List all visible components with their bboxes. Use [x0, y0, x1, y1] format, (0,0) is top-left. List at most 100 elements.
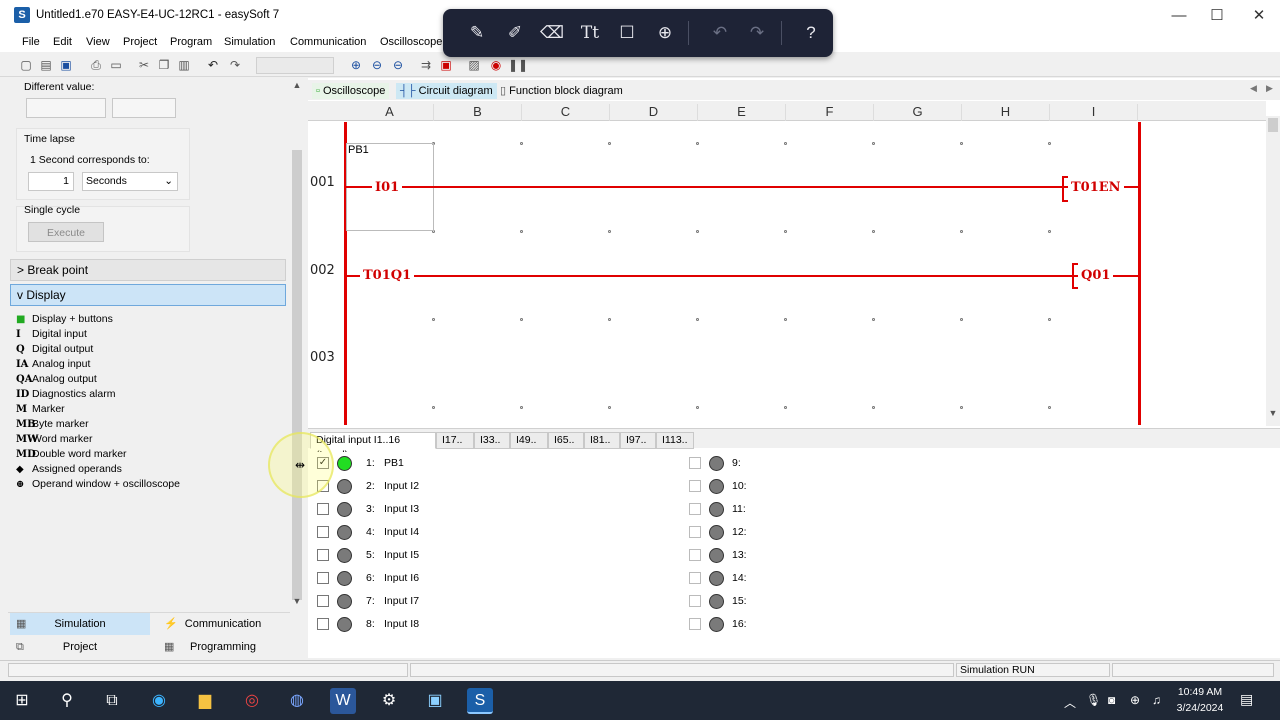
clock-date[interactable]: 3/24/2024 [1172, 702, 1228, 714]
input-checkbox[interactable] [689, 503, 701, 515]
coil-t01en[interactable]: T01EN [1068, 180, 1124, 195]
input-name[interactable]: Input I5 [384, 545, 419, 565]
input-tab[interactable]: I65.. [548, 432, 584, 449]
diagram-scroll-thumb[interactable] [1268, 118, 1278, 132]
column-header-cell[interactable]: A [346, 104, 434, 121]
display-item[interactable]: MDDouble word marker [16, 447, 127, 462]
input-checkbox[interactable] [317, 526, 329, 538]
input-checkbox[interactable] [317, 503, 329, 515]
input-name[interactable]: Input I6 [384, 568, 419, 588]
close-button[interactable]: ✕ [1236, 4, 1280, 28]
input-checkbox[interactable] [689, 549, 701, 561]
input-checkbox[interactable] [317, 549, 329, 561]
tab-circuit-diagram[interactable]: ┤├ Circuit diagram [396, 83, 497, 99]
input-tab[interactable]: I81.. [584, 432, 620, 449]
edge-icon[interactable]: ◉ [146, 688, 172, 714]
row-number[interactable]: 003 [310, 350, 335, 365]
app-window-icon[interactable]: ▣ [422, 688, 448, 714]
input-checkbox[interactable] [317, 572, 329, 584]
easysoft-taskbar-icon[interactable]: S [467, 688, 493, 714]
display-item[interactable]: MWWord marker [16, 432, 92, 447]
webcam-icon[interactable]: ◙ [1108, 693, 1115, 707]
diagram-scrollbar[interactable]: ▼ [1266, 116, 1280, 426]
maximize-button[interactable]: ☐ [1194, 4, 1240, 28]
menu-edit[interactable]: Edit [53, 36, 72, 48]
breakpoint-section[interactable]: > Break point [10, 259, 286, 281]
different-value-field[interactable] [26, 98, 106, 118]
chrome-icon[interactable]: ◎ [239, 688, 265, 714]
column-header-cell[interactable]: C [522, 104, 610, 121]
rectangle-tool-icon[interactable]: ☐ [615, 21, 639, 45]
new-file-icon[interactable]: ▢ [18, 57, 34, 73]
column-header-cell[interactable]: I [1050, 104, 1138, 121]
pen-icon[interactable]: ✎ [465, 21, 489, 45]
tray-chevron-icon[interactable]: ︿ [1064, 694, 1076, 711]
discord-icon[interactable]: ◍ [284, 688, 310, 714]
display-item[interactable]: ⊕ Operand window + oscilloscope [16, 477, 180, 492]
task-view-icon[interactable]: ⧉ [99, 688, 125, 714]
nav-programming[interactable]: ▦ Programming [158, 636, 288, 658]
input-tab[interactable]: I49.. [510, 432, 548, 449]
scroll-up-icon[interactable]: ▲ [290, 80, 304, 94]
menu-view[interactable]: View [86, 36, 110, 48]
copy-icon[interactable]: ❐ [156, 57, 172, 73]
different-value-spinner[interactable] [112, 98, 176, 118]
display-item[interactable]: M Marker [16, 402, 65, 417]
input-tab[interactable]: I33.. [474, 432, 510, 449]
undo-icon[interactable]: ↶ [205, 57, 221, 73]
column-header-cell[interactable]: H [962, 104, 1050, 121]
settings-icon[interactable]: ⚙ [376, 688, 402, 714]
input-checkbox[interactable] [689, 457, 701, 469]
sim-chart-icon[interactable]: ▨ [466, 57, 482, 73]
column-header-cell[interactable]: F [786, 104, 874, 121]
menu-file[interactable]: File [22, 36, 40, 48]
text-tool-icon[interactable]: Tt [578, 21, 602, 45]
nav-simulation[interactable]: ▦ Simulation [10, 613, 150, 635]
contact-i01[interactable]: I01 [372, 180, 403, 195]
eraser-icon[interactable]: ⌫ [540, 21, 564, 45]
tab-function-block[interactable]: ▯ Function block diagram [496, 83, 627, 99]
explorer-icon[interactable]: ▆ [192, 688, 218, 714]
tab-scroll-right-icon[interactable]: ▶ [1266, 83, 1273, 94]
display-item[interactable]: ◆ Assigned operands [16, 462, 122, 477]
menu-simulation[interactable]: Simulation [224, 36, 275, 48]
clock-time[interactable]: 10:49 AM [1172, 686, 1228, 698]
microphone-icon[interactable]: 🎙 [1086, 693, 1101, 707]
coil-q01[interactable]: Q01 [1078, 268, 1114, 283]
input-name[interactable]: Input I8 [384, 614, 419, 634]
input-name[interactable]: Input I4 [384, 522, 419, 542]
network-icon[interactable]: ⊕ [1130, 693, 1140, 707]
pause-icon[interactable]: ❚❚ [508, 57, 528, 73]
input-checkbox[interactable] [689, 572, 701, 584]
column-header-cell[interactable]: E [698, 104, 786, 121]
help-icon[interactable]: ? [799, 21, 823, 45]
tab-oscilloscope[interactable]: ▫ Oscilloscope [312, 83, 390, 99]
print-preview-icon[interactable]: ▭ [108, 57, 124, 73]
magnifier-icon[interactable]: ⊕ [653, 21, 677, 45]
menu-project[interactable]: Project [123, 36, 157, 48]
row-number[interactable]: 002 [310, 263, 335, 278]
input-checkbox[interactable] [689, 526, 701, 538]
contact-t01q1[interactable]: T01Q1 [360, 268, 415, 283]
second-value-input[interactable]: 1 [28, 172, 74, 191]
redo-icon[interactable]: ↷ [227, 57, 243, 73]
input-checkbox[interactable] [689, 618, 701, 630]
save-icon[interactable]: ▣ [58, 57, 74, 73]
open-file-icon[interactable]: ▤ [38, 57, 54, 73]
input-checkbox[interactable] [689, 595, 701, 607]
display-section[interactable]: v Display [10, 284, 286, 306]
input-checkbox[interactable] [317, 595, 329, 607]
zoom-in-icon[interactable]: ⊕ [348, 57, 364, 73]
input-name[interactable]: Input I3 [384, 499, 419, 519]
input-tab[interactable]: I17.. [436, 432, 474, 449]
left-scroll-thumb[interactable] [292, 150, 302, 600]
zoom-select[interactable] [256, 57, 334, 74]
display-item[interactable]: ■ Display + buttons [16, 312, 113, 327]
column-header-cell[interactable]: D [610, 104, 698, 121]
zoom-reset-icon[interactable]: ⊖ [390, 57, 406, 73]
display-item[interactable]: Q Digital output [16, 342, 93, 357]
display-item[interactable]: IA Analog input [16, 357, 90, 372]
highlighter-icon[interactable]: ✐ [503, 21, 527, 45]
scroll-down-icon[interactable]: ▼ [290, 596, 304, 610]
paste-icon[interactable]: ▥ [176, 57, 192, 73]
